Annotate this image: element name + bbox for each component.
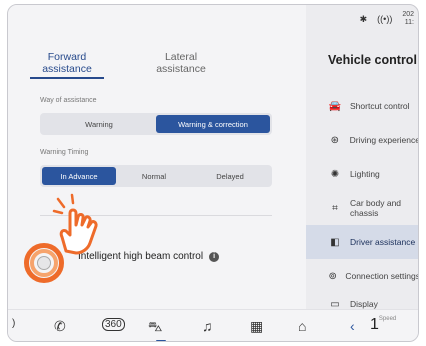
home-icon[interactable]: ⌂ bbox=[298, 318, 306, 334]
vehicle-control-panel: Vehicle control 🚘 Shortcut control ⊛ Dri… bbox=[306, 33, 418, 310]
way-of-assistance-segmented: Warning Warning & correction bbox=[40, 113, 272, 135]
menu-item-label: Shortcut control bbox=[350, 101, 410, 111]
speed-value: 1 bbox=[370, 316, 379, 333]
assistance-tabs: Forward assistance Lateral assistance bbox=[30, 51, 218, 79]
music-icon[interactable]: ♫ bbox=[202, 318, 213, 334]
tab-label-line2: assistance bbox=[156, 63, 206, 75]
warning-timing-label: Warning Timing bbox=[40, 149, 89, 156]
menu-item-car-body-chassis[interactable]: ⌗ Car body and chassis bbox=[306, 191, 418, 225]
volume-icon[interactable]: ) bbox=[12, 318, 15, 329]
high-beam-toggle[interactable] bbox=[37, 256, 51, 270]
menu-item-label: Display bbox=[350, 299, 378, 309]
chevron-left-icon[interactable]: ‹ bbox=[350, 318, 355, 334]
pointing-hand-icon bbox=[52, 193, 98, 255]
menu-item-label: Lighting bbox=[350, 169, 380, 179]
vehicle-menu: 🚘 Shortcut control ⊛ Driving experience … bbox=[306, 89, 419, 313]
option-delayed[interactable]: Delayed bbox=[192, 167, 268, 185]
warning-timing-segmented: In Advance Normal Delayed bbox=[40, 165, 272, 187]
menu-item-label: Driver assistance bbox=[350, 237, 416, 247]
light-icon: ✺ bbox=[330, 168, 340, 180]
speed-readout: 1Speed bbox=[370, 316, 396, 334]
info-icon[interactable]: i bbox=[209, 251, 220, 262]
menu-item-label: Driving experience bbox=[349, 135, 419, 145]
page-title: Vehicle control bbox=[328, 53, 417, 67]
option-warning-correction[interactable]: Warning & correction bbox=[156, 115, 270, 133]
option-normal[interactable]: Normal bbox=[116, 167, 192, 185]
menu-item-lighting[interactable]: ✺ Lighting bbox=[306, 157, 418, 191]
left-panel: Forward assistance Lateral assistance Wa… bbox=[8, 5, 306, 309]
chassis-icon: ⌗ bbox=[332, 202, 338, 214]
car-icon: 🚘 bbox=[328, 100, 342, 112]
menu-item-label: Car body and chassis bbox=[350, 198, 402, 218]
apps-icon[interactable]: ▦ bbox=[250, 318, 263, 335]
phone-icon[interactable]: ✆ bbox=[54, 318, 66, 335]
speed-unit: Speed bbox=[378, 316, 397, 322]
connection-icon: ⊚ bbox=[328, 270, 337, 282]
driver-assist-icon: ◧ bbox=[330, 236, 340, 248]
tab-underline bbox=[30, 77, 104, 79]
active-indicator bbox=[156, 340, 166, 341]
frame: Forward assistance Lateral assistance Wa… bbox=[0, 0, 426, 346]
clock-line2: 11: bbox=[404, 19, 414, 26]
tab-label-line1: Forward bbox=[47, 51, 87, 63]
car-icon[interactable]: ⛍ bbox=[148, 318, 162, 337]
360-camera-icon[interactable]: 360 bbox=[102, 318, 125, 331]
tab-label-line1: Lateral bbox=[164, 51, 198, 63]
bluetooth-icon: ✱ bbox=[359, 13, 368, 24]
menu-item-shortcut-control[interactable]: 🚘 Shortcut control bbox=[306, 89, 418, 123]
screen: Forward assistance Lateral assistance Wa… bbox=[7, 4, 419, 342]
signal-icon: ((•)) bbox=[377, 14, 393, 24]
clock-line1: 202 bbox=[402, 11, 414, 18]
bottom-dock: ) ✆ 360 ⛍ ♫ ▦ ⌂ ‹ 1Speed bbox=[8, 309, 418, 341]
menu-item-connection-settings[interactable]: ⊚ Connection settings bbox=[306, 259, 419, 293]
steering-wheel-icon: ⊛ bbox=[330, 134, 339, 146]
clock: 202 11: bbox=[402, 11, 414, 27]
status-bar: ✱ ((•)) 202 11: bbox=[360, 5, 418, 33]
menu-item-driver-assistance[interactable]: ◧ Driver assistance bbox=[306, 225, 418, 259]
tab-lateral-assistance[interactable]: Lateral assistance bbox=[144, 51, 218, 79]
menu-item-driving-experience[interactable]: ⊛ Driving experience bbox=[306, 123, 419, 157]
tab-label-line2: assistance bbox=[42, 63, 92, 75]
way-of-assistance-label: Way of assistance bbox=[40, 97, 97, 104]
menu-item-label: Connection settings bbox=[345, 271, 419, 281]
option-warning[interactable]: Warning bbox=[42, 115, 156, 133]
option-in-advance[interactable]: In Advance bbox=[42, 167, 116, 185]
tab-forward-assistance[interactable]: Forward assistance bbox=[30, 51, 104, 79]
